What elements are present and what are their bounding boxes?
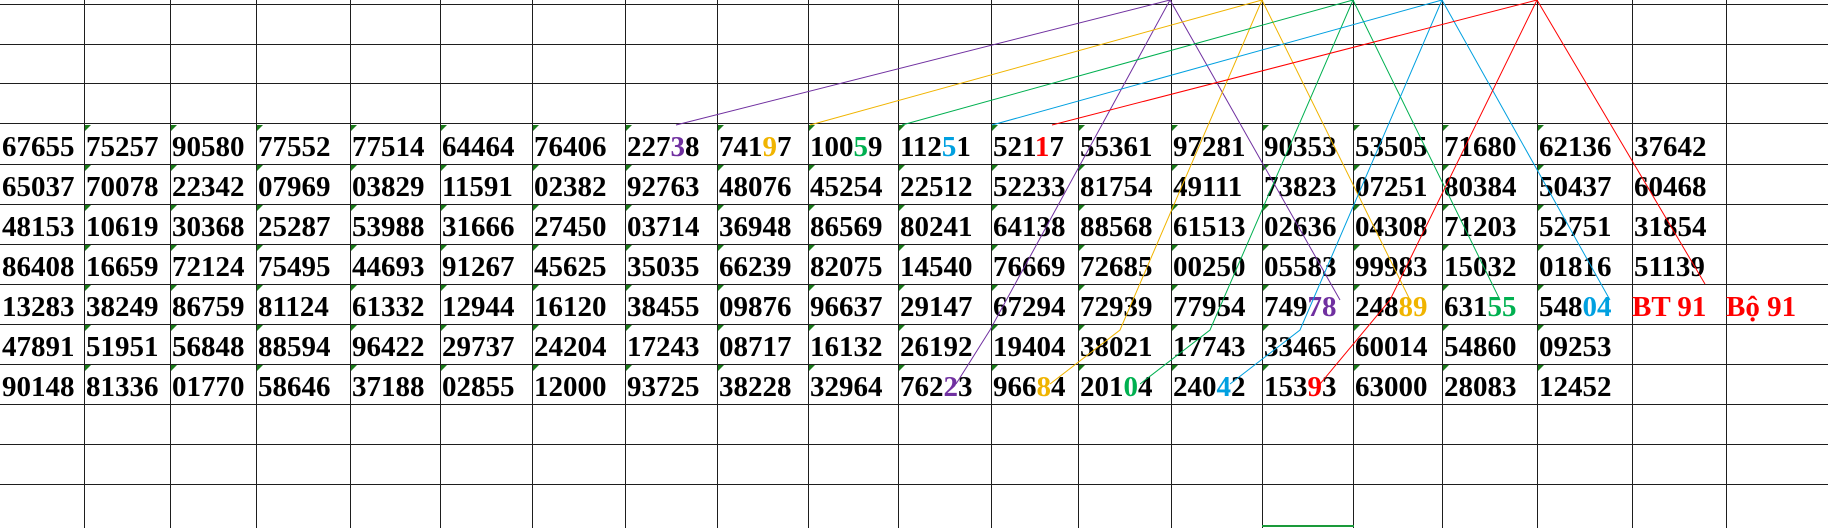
purple-pattern-line (675, 0, 1341, 301)
green-pattern-line (1139, 0, 1354, 385)
red-pattern-line (1051, 0, 1706, 285)
pattern-lines-overlay (675, 0, 1706, 385)
blue-pattern-line (991, 0, 1611, 301)
gold-pattern-line (809, 0, 1411, 301)
blue-pattern-line (1229, 0, 1443, 385)
cell-selection-marker (1262, 525, 1354, 527)
purple-pattern-line (955, 0, 1171, 385)
bo-note: Bộ 91 (1726, 291, 1797, 323)
gold-pattern-line (1049, 0, 1263, 385)
red-pattern-line (1319, 0, 1538, 385)
bt-note: BT 91 (1632, 291, 1707, 323)
